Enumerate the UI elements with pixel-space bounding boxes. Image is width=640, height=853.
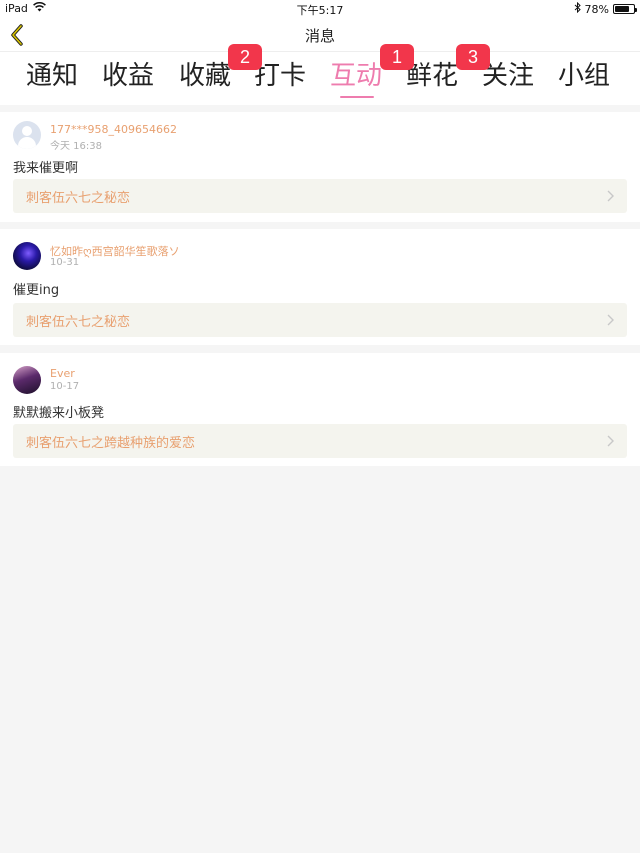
tab-bar: 通知 收益 收藏 打卡 互动 鲜花 关注 小组 bbox=[0, 52, 640, 105]
message-content: 我来催更啊 bbox=[13, 161, 79, 176]
page-title: 消息 bbox=[304, 27, 335, 45]
tab-earnings[interactable]: 收益 bbox=[102, 58, 154, 94]
chevron-right-icon bbox=[607, 314, 614, 326]
novel-title: 刺客伍六七之跨越种族的爱恋 bbox=[26, 436, 196, 451]
chevron-right-icon bbox=[607, 190, 614, 202]
message-card: 忆如昨ღ西宫韶华笙歌落ソ 10-31 催更ing 刺客伍六七之秘恋 bbox=[0, 229, 640, 345]
chevron-right-icon bbox=[607, 435, 614, 447]
novel-title: 刺客伍六七之秘恋 bbox=[26, 191, 131, 206]
favorites-badge: 2 bbox=[228, 44, 262, 70]
avatar[interactable] bbox=[13, 242, 41, 270]
status-right: 78% bbox=[574, 1, 637, 16]
message-content: 默默搬来小板凳 bbox=[13, 406, 105, 421]
bluetooth-icon bbox=[574, 1, 581, 16]
battery-percent: 78% bbox=[584, 2, 609, 16]
nav-bar: 消息 bbox=[0, 18, 640, 52]
active-tab-indicator bbox=[340, 96, 374, 98]
status-time: 下午5:17 bbox=[296, 4, 344, 17]
message-time: 10-31 bbox=[50, 257, 80, 268]
novel-title: 刺客伍六七之秘恋 bbox=[26, 315, 131, 330]
message-card: 177***958_409654662 今天 16:38 我来催更啊 刺客伍六七… bbox=[0, 112, 640, 222]
tab-interaction[interactable]: 互动 bbox=[330, 58, 382, 94]
tab-favorites[interactable]: 收藏 bbox=[179, 58, 231, 94]
username[interactable]: Ever bbox=[50, 367, 75, 380]
interaction-badge: 1 bbox=[380, 44, 414, 70]
message-time: 今天 16:38 bbox=[50, 141, 102, 152]
novel-link[interactable]: 刺客伍六七之跨越种族的爱恋 bbox=[13, 424, 627, 458]
message-content: 催更ing bbox=[13, 283, 60, 298]
avatar[interactable] bbox=[13, 366, 41, 394]
tab-notifications[interactable]: 通知 bbox=[26, 58, 78, 94]
novel-link[interactable]: 刺客伍六七之秘恋 bbox=[13, 179, 627, 213]
avatar[interactable] bbox=[13, 121, 41, 149]
flowers-badge: 3 bbox=[456, 44, 490, 70]
battery-icon bbox=[613, 4, 637, 14]
novel-link[interactable]: 刺客伍六七之秘恋 bbox=[13, 303, 627, 337]
message-card: Ever 10-17 默默搬来小板凳 刺客伍六七之跨越种族的爱恋 bbox=[0, 353, 640, 466]
message-time: 10-17 bbox=[50, 381, 80, 392]
tab-groups[interactable]: 小组 bbox=[558, 58, 610, 94]
status-bar: iPad 下午5:17 78% bbox=[0, 0, 640, 18]
username[interactable]: 177***958_409654662 bbox=[50, 123, 177, 136]
